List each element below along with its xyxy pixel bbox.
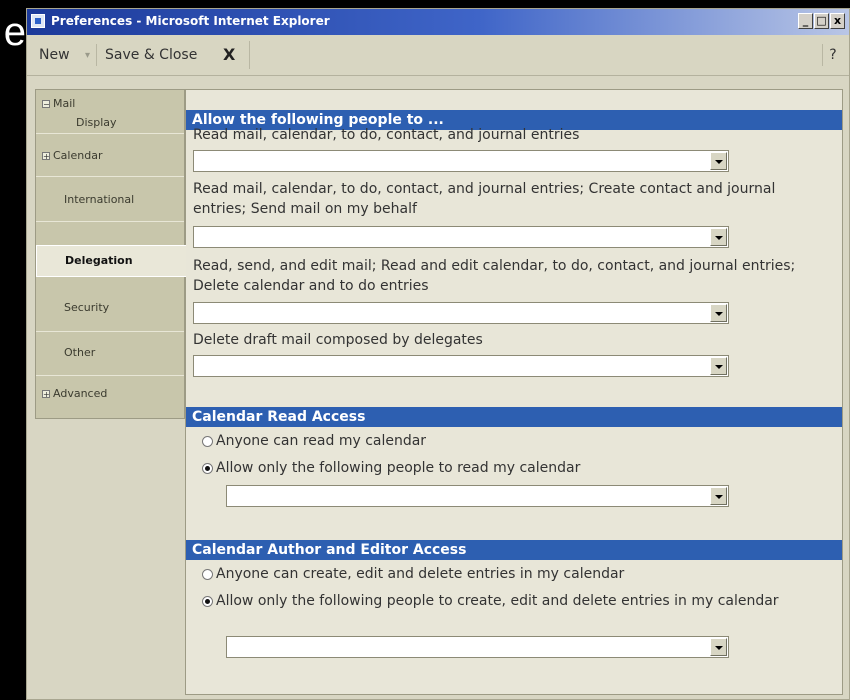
read-delegates-dropdown[interactable] bbox=[193, 150, 729, 172]
nav-item-label: Calendar bbox=[53, 149, 103, 162]
nav-item-international[interactable]: International bbox=[36, 177, 184, 222]
close-button[interactable]: x bbox=[830, 13, 845, 29]
radio-label: Allow only the following people to creat… bbox=[216, 593, 779, 609]
minimize-button[interactable]: _ bbox=[798, 13, 813, 29]
radio-label: Anyone can create, edit and delete entri… bbox=[216, 566, 625, 582]
chevron-down-icon[interactable] bbox=[710, 487, 727, 505]
radio-only-edit[interactable] bbox=[202, 596, 213, 607]
delete-draft-dropdown[interactable] bbox=[193, 355, 729, 377]
nav-item-display[interactable]: Display bbox=[76, 116, 117, 129]
preferences-window: Preferences - Microsoft Internet Explore… bbox=[26, 8, 850, 700]
radio-only-read[interactable] bbox=[202, 463, 213, 474]
nav-item-label: International bbox=[64, 193, 135, 206]
new-dropdown-arrow-icon[interactable]: ▾ bbox=[85, 50, 90, 61]
window-title: Preferences - Microsoft Internet Explore… bbox=[51, 14, 330, 28]
nav-item-advanced[interactable]: + Advanced bbox=[36, 376, 184, 420]
nav-item-mail[interactable]: − Mail Display bbox=[36, 90, 184, 134]
nav-item-label: Delegation bbox=[65, 254, 133, 267]
calendar-readers-dropdown[interactable] bbox=[226, 485, 729, 507]
section-header-calendar-read: Calendar Read Access bbox=[186, 407, 842, 427]
collapse-toggle-icon[interactable]: − bbox=[42, 100, 50, 109]
save-close-button[interactable]: Save & Close bbox=[105, 47, 197, 63]
toolbar-divider bbox=[249, 41, 250, 69]
nav-item-other[interactable]: Other bbox=[36, 332, 184, 376]
chevron-down-icon[interactable] bbox=[710, 228, 727, 246]
permission-label-delete-draft: Delete draft mail composed by delegates bbox=[193, 332, 483, 348]
new-button[interactable]: New bbox=[39, 47, 70, 63]
toolbar-divider bbox=[96, 44, 97, 66]
section-header-calendar-author: Calendar Author and Editor Access bbox=[186, 540, 842, 560]
chevron-down-icon[interactable] bbox=[710, 304, 727, 322]
maximize-button[interactable]: □ bbox=[814, 13, 829, 29]
radio-label: Anyone can read my calendar bbox=[216, 433, 427, 449]
nav-item-label: Mail bbox=[53, 97, 76, 110]
radio-anyone-read[interactable] bbox=[202, 436, 213, 447]
chevron-down-icon[interactable] bbox=[710, 357, 727, 375]
edit-delegates-dropdown[interactable] bbox=[193, 302, 729, 324]
nav-item-label: Security bbox=[64, 301, 110, 314]
radio-anyone-edit[interactable] bbox=[202, 569, 213, 580]
expand-toggle-icon[interactable]: + bbox=[42, 390, 50, 399]
nav-item-calendar[interactable]: + Calendar bbox=[36, 134, 184, 177]
window-controls: _ □ x bbox=[798, 13, 845, 29]
close-icon[interactable]: X bbox=[223, 45, 235, 64]
toolbar: New ▾ Save & Close X ? bbox=[27, 35, 849, 76]
calendar-editors-dropdown[interactable] bbox=[226, 636, 729, 658]
nav-item-delegation[interactable]: Delegation bbox=[36, 245, 186, 277]
options-nav: − Mail Display + Calendar International … bbox=[35, 89, 186, 420]
permission-label-edit-delete: Read, send, and edit mail; Read and edit… bbox=[193, 258, 796, 294]
radio-label: Allow only the following people to read … bbox=[216, 460, 581, 476]
chevron-down-icon[interactable] bbox=[710, 638, 727, 656]
permission-label-read: Read mail, calendar, to do, contact, and… bbox=[193, 127, 580, 143]
nav-item-label: Advanced bbox=[53, 387, 108, 400]
expand-toggle-icon[interactable]: + bbox=[42, 152, 50, 161]
help-button[interactable]: ? bbox=[822, 44, 843, 66]
delegation-panel: Allow the following people to ... Read m… bbox=[185, 89, 843, 695]
ie-window-icon bbox=[31, 14, 45, 28]
chevron-down-icon[interactable] bbox=[710, 152, 727, 170]
send-on-behalf-dropdown[interactable] bbox=[193, 226, 729, 248]
nav-item-label: Other bbox=[64, 346, 96, 359]
title-bar[interactable]: Preferences - Microsoft Internet Explore… bbox=[27, 9, 849, 35]
background-slide-letter: e bbox=[3, 10, 26, 54]
nav-item-security[interactable]: Security bbox=[36, 288, 184, 332]
permission-label-read-create-send: Read mail, calendar, to do, contact, and… bbox=[193, 181, 776, 217]
